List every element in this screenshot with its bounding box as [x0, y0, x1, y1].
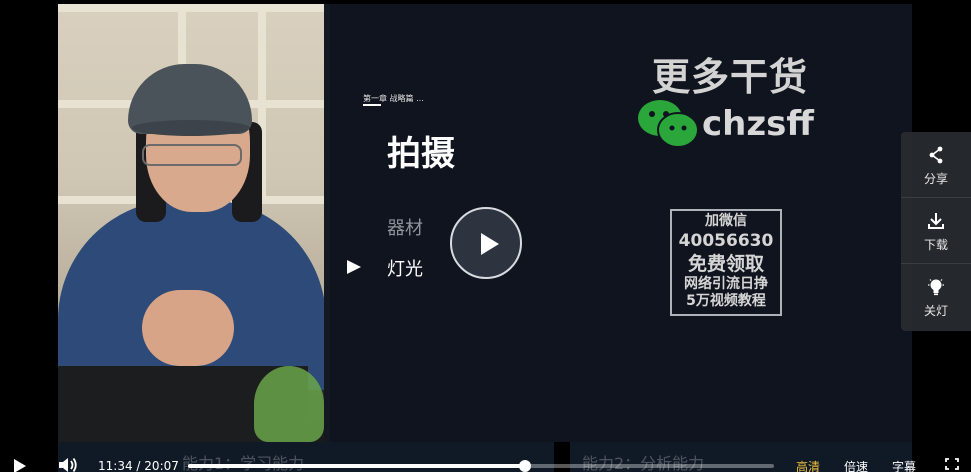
video-player[interactable]: 第一章 战略篇 ... 拍摄 器材 灯光 更多干货 chzsff 加微信 400…: [0, 0, 971, 472]
chapter-label-2: 能力2：分析能力: [582, 454, 705, 472]
download-button[interactable]: 下载: [901, 198, 971, 264]
time-separator: /: [136, 459, 141, 472]
speaker-video: [58, 4, 330, 442]
current-item-arrow-icon: [347, 260, 361, 274]
watermark-wechat-id: chzsff: [702, 104, 814, 144]
slide-title: 拍摄: [387, 134, 455, 174]
slide-chapter: 第一章 战略篇 ...: [363, 94, 424, 103]
lights-off-button[interactable]: 关灯: [901, 264, 971, 330]
share-button[interactable]: 分享: [901, 132, 971, 198]
share-icon: [929, 146, 943, 164]
slide-item-lighting: 灯光: [387, 259, 423, 280]
volume-icon[interactable]: [58, 457, 78, 472]
progress-handle[interactable]: [518, 460, 531, 472]
chapter-underline: [363, 104, 381, 106]
fullscreen-icon[interactable]: [945, 458, 959, 470]
promo-line-1: 加微信: [705, 213, 747, 229]
center-play-button[interactable]: [450, 207, 522, 279]
promo-line-5: 5万视频教程: [686, 293, 766, 309]
promo-line-4: 网络引流日挣: [684, 276, 768, 292]
slide-item-equipment: 器材: [387, 218, 423, 239]
download-icon: [928, 213, 944, 229]
duration: 20:07: [144, 459, 179, 472]
progress-fill: [188, 464, 525, 468]
play-icon: [481, 233, 499, 255]
wechat-icon: [638, 100, 699, 148]
play-button[interactable]: [14, 459, 26, 472]
quality-button[interactable]: 高清: [796, 458, 820, 472]
download-label: 下载: [923, 238, 948, 252]
time-display: 11:34 / 20:07: [98, 459, 179, 472]
lights-off-label: 关灯: [923, 304, 948, 318]
lecture-slide: 第一章 战略篇 ... 拍摄 器材 灯光 更多干货 chzsff 加微信 400…: [330, 4, 912, 442]
share-label: 分享: [923, 172, 948, 186]
watermark-promo-box: 加微信 40056630 免费领取 网络引流日挣 5万视频教程: [670, 209, 782, 316]
promo-line-3: 免费领取: [687, 253, 764, 275]
lightbulb-icon: [928, 279, 944, 296]
promo-line-2: 40056630: [678, 231, 774, 251]
progress-bar[interactable]: [188, 460, 774, 472]
side-action-menu: 分享 下载 关灯: [901, 132, 971, 331]
current-time: 11:34: [98, 459, 133, 472]
watermark-headline: 更多干货: [652, 55, 809, 99]
subtitles-button[interactable]: 字幕: [892, 458, 916, 472]
chapter-label-1: 能力1：学习能力: [182, 454, 305, 472]
speed-button[interactable]: 倍速: [844, 458, 868, 472]
control-bar: 能力1：学习能力 能力2：分析能力 11:34 / 20:07 高清 倍速 字幕: [0, 442, 971, 472]
